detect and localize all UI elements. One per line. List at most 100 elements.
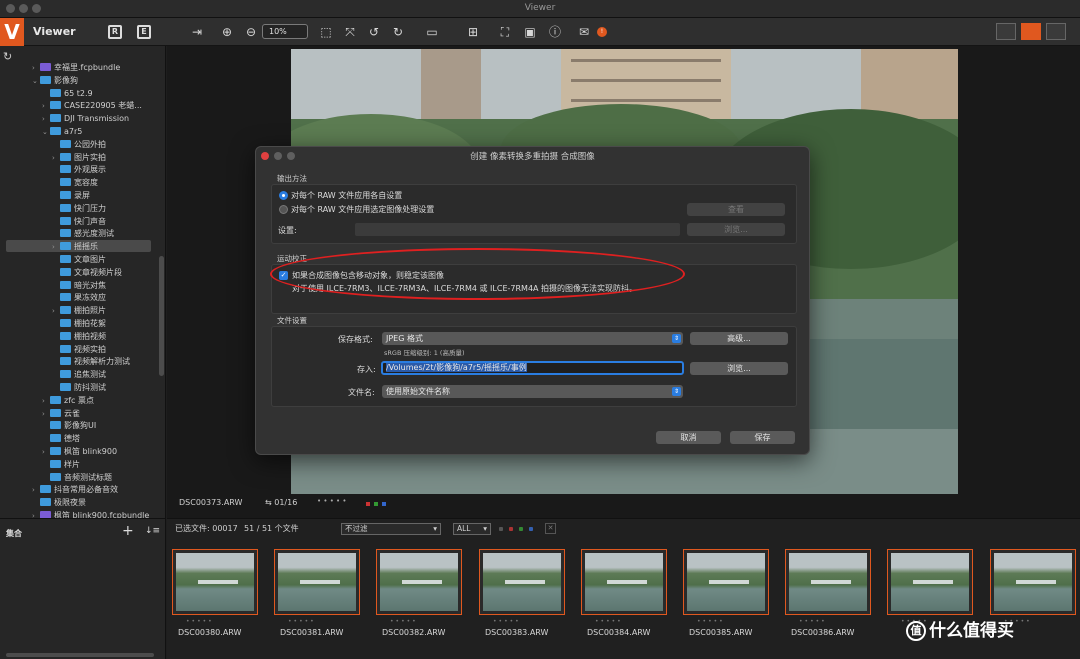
thumbnail[interactable] [274,549,360,615]
image-icon[interactable]: ▣ [523,23,537,41]
sidebar-item[interactable]: 宽容度 [52,177,98,189]
color-filter-red[interactable] [509,527,513,531]
sidebar-item[interactable]: 公园外拍 [52,139,106,151]
sidebar-item[interactable]: 防抖测试 [52,382,106,394]
export-panel-icon[interactable]: E [137,25,151,39]
thumbnail-rating-dots[interactable]: ••••• [288,618,316,625]
advanced-button[interactable]: 高级... [690,332,788,345]
thumbnail[interactable] [887,549,973,615]
sidebar-item[interactable]: 暗光对焦 [52,280,106,292]
rotate-right-icon[interactable]: ↻ [392,23,404,41]
chevron-right-icon[interactable]: › [42,395,50,407]
sidebar-item[interactable]: 外观展示 [52,164,106,176]
sort-collection-button[interactable]: ↓≡ [145,526,160,536]
add-collection-button[interactable]: + [122,523,134,539]
sidebar-item[interactable]: 音频测试标题 [42,472,112,484]
color-filter-none[interactable] [499,527,503,531]
sidebar-item[interactable]: › 枫笛 blink900 [42,446,117,458]
sidebar-item[interactable]: 视频实拍 [52,344,106,356]
sidebar-item[interactable]: › 图片实拍 [52,152,106,164]
rotate-left-icon[interactable]: ↺ [368,23,380,41]
chevron-right-icon[interactable]: › [32,510,40,518]
sidebar-item[interactable]: 文章视频片段 [52,267,122,279]
filename-select[interactable]: 使用原始文件名称 ⇕ [382,385,683,398]
info-icon[interactable]: ⓘ [548,23,562,41]
thumbnail-rating-dots[interactable]: ••••• [186,618,214,625]
sidebar-item[interactable]: › 棚拍照片 [52,305,106,317]
chevron-right-icon[interactable]: › [32,62,40,74]
thumbnail-rating-dots[interactable]: ••••• [493,618,521,625]
sidebar-item[interactable]: ⌄ 影像狗 [32,75,78,87]
zoom-in-icon[interactable]: ⊕ [220,23,234,41]
thumbnail-rating-dots[interactable]: ••••• [595,618,623,625]
sidebar-item[interactable]: 65 t2.9 [42,88,93,100]
label-blue[interactable] [382,502,386,506]
grid-view-switch[interactable] [996,23,1016,40]
browse-button[interactable]: 浏览... [690,362,788,375]
label-green[interactable] [374,502,378,506]
sidebar-item[interactable]: ⌄ a7r5 [42,126,82,138]
sidebar-scrollbar[interactable] [159,256,164,376]
sidebar-item[interactable]: › 抖音常用必备音效 [32,484,118,496]
settings-field[interactable] [355,223,680,236]
radio-selected-settings[interactable] [279,205,288,214]
raw-edit-icon[interactable]: R [108,25,122,39]
sidebar-item[interactable]: › 幸福里.fcpbundle [32,62,120,74]
chevron-right-icon[interactable]: › [42,446,50,458]
chevron-right-icon[interactable]: › [42,100,50,112]
sidebar-item[interactable]: 感光度测试 [52,228,114,240]
thumbnail[interactable] [376,549,462,615]
sidebar-item[interactable]: › zfc 票点 [42,395,94,407]
chevron-right-icon[interactable]: › [52,305,60,317]
chevron-right-icon[interactable]: › [52,152,60,164]
thumbnail[interactable] [683,549,769,615]
zoom-out-icon[interactable]: ⊖ [244,23,258,41]
sidebar-item[interactable]: › DJI Transmission [42,113,129,125]
sidebar-item[interactable]: 样片 [42,459,80,471]
sidebar-item[interactable]: 影像狗UI [42,420,96,432]
chevron-down-icon[interactable]: ⌄ [42,126,50,138]
sidebar-item[interactable]: 录屏 [52,190,90,202]
sidebar-item[interactable]: 棚拍花絮 [52,318,106,330]
sidebar-item[interactable]: 文章图片 [52,254,106,266]
sidebar-item[interactable]: 德塔 [42,433,80,445]
thumbnail[interactable] [785,549,871,615]
chevron-right-icon[interactable]: › [42,408,50,420]
chevron-right-icon[interactable]: › [32,484,40,496]
sidebar-item[interactable]: 棚拍视频 [52,331,106,343]
color-filter-blue[interactable] [529,527,533,531]
sidebar-item[interactable]: 追焦测试 [52,369,106,381]
label-red[interactable] [366,502,370,506]
thumbnail[interactable] [581,549,667,615]
fit-screen-icon[interactable]: ⬚ [319,23,333,41]
format-select[interactable]: JPEG 格式 ⇕ [382,332,683,345]
thumbnail[interactable] [172,549,258,615]
save-to-field[interactable]: /Volumes/2t/影像狗/a7r5/摇摇乐/事例 [381,361,684,375]
thumbnail[interactable] [990,549,1076,615]
view-button[interactable]: 查看 [687,203,785,216]
sidebar-item[interactable]: 极限夜景 [32,497,86,509]
save-button[interactable]: 保存 [730,431,795,444]
sidebar-item[interactable]: › 枫笛 blink900.fcpbundle [32,510,149,518]
chevron-down-icon[interactable]: ⌄ [32,75,40,87]
sidebar-item[interactable]: 视频解析力测试 [52,356,130,368]
actual-size-icon[interactable]: ⤧ [343,23,357,41]
share-icon[interactable]: ⇥ [190,23,204,41]
chevron-right-icon[interactable]: › [42,113,50,125]
zoom-select[interactable]: 10% [262,24,308,39]
sidebar-item[interactable]: › CASE220905 老蜡... [42,100,142,112]
grid-overlay-icon[interactable]: ⊞ [466,23,480,41]
sidebar-item[interactable]: 快门声音 [52,216,106,228]
rating-filter-select[interactable]: ALL ▾ [453,523,491,535]
compare-icon[interactable]: ▭ [424,23,440,41]
sidebar-item[interactable]: › 云雀 [42,408,80,420]
settings-browse-button[interactable]: 浏览... [687,223,785,236]
notification-badge[interactable]: ! [597,27,607,37]
compare-view-switch[interactable] [1046,23,1066,40]
radio-individual-settings[interactable] [279,191,288,200]
cancel-button[interactable]: 取消 [656,431,721,444]
rating-dots[interactable]: • • • • • [317,497,347,505]
fullscreen-icon[interactable]: ⛶ [498,23,512,41]
collection-scrollbar[interactable] [6,653,154,657]
sidebar-item[interactable]: 果冻效应 [52,292,106,304]
